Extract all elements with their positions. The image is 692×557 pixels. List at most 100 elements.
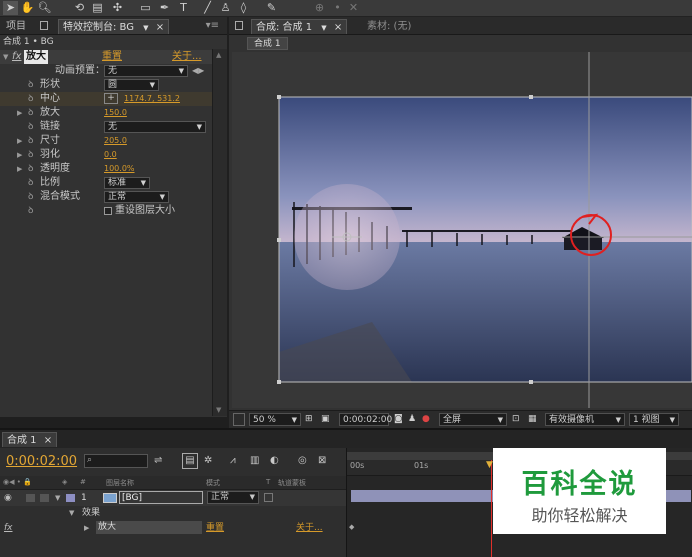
keyframe-marker-icon[interactable]: ◆	[349, 523, 354, 531]
size-value[interactable]: 205.0	[104, 134, 127, 148]
rotate-tool-icon[interactable]: ⟲	[72, 1, 87, 15]
safe-zones-icon[interactable]: ⊞	[305, 413, 313, 426]
stopwatch-icon[interactable]: ꝺ	[28, 78, 33, 92]
views-select[interactable]: 1 视图 ▼	[629, 413, 679, 426]
center-value[interactable]: 1174.7, 531.2	[124, 92, 180, 106]
clone-stamp-tool-icon[interactable]: ♙	[218, 1, 233, 15]
expand-triangle-icon[interactable]: ▼	[69, 505, 74, 521]
stopwatch-icon[interactable]: ꝺ	[28, 176, 33, 190]
close-icon[interactable]: ×	[334, 22, 342, 33]
stopwatch-icon[interactable]: ꝺ	[28, 120, 33, 134]
opacity-value[interactable]: 100.0%	[104, 162, 135, 176]
expand-triangle-icon[interactable]: ▶	[17, 162, 22, 176]
effect-reset-link[interactable]: 重置	[206, 520, 224, 536]
layer-mode-select[interactable]: 正常 ▼	[207, 491, 259, 504]
magnification-value[interactable]: 150.0	[104, 106, 127, 120]
expand-triangle-icon[interactable]: ▶	[17, 148, 22, 162]
world-axis-icon[interactable]: •	[330, 1, 345, 15]
effect-about-link[interactable]: 关于...	[296, 520, 323, 536]
label-color-swatch[interactable]	[66, 494, 75, 502]
close-icon[interactable]: ×	[44, 435, 52, 446]
expand-triangle-icon[interactable]: ▼	[3, 50, 8, 64]
expand-triangle-icon[interactable]: ▶	[17, 106, 22, 120]
tab-project[interactable]: 项目	[2, 19, 30, 34]
expand-triangle-icon[interactable]: ▶	[17, 134, 22, 148]
show-snapshot-icon[interactable]: ♟	[408, 413, 416, 426]
current-time-code[interactable]: 0:00:02:00	[6, 454, 77, 469]
layer-name[interactable]: [BG]	[119, 491, 203, 504]
snapshot-icon[interactable]: ◙	[394, 413, 403, 426]
brush-tool-icon[interactable]: ╱	[200, 1, 215, 15]
stopwatch-icon[interactable]: ꝺ	[28, 106, 33, 120]
stopwatch-icon[interactable]: ꝺ	[28, 92, 33, 106]
brainstorm-icon[interactable]: ⊠	[318, 455, 326, 466]
stopwatch-icon[interactable]: ꝺ	[28, 204, 33, 218]
link-select[interactable]: 无 ▼	[104, 121, 206, 133]
column-t[interactable]: T	[266, 478, 270, 486]
solo-toggle[interactable]	[26, 494, 35, 502]
feather-value[interactable]: 0.0	[104, 148, 117, 162]
lock-icon[interactable]	[235, 21, 243, 30]
pen-tool-icon[interactable]: ✒	[157, 1, 172, 15]
eraser-tool-icon[interactable]: ◊	[236, 1, 251, 15]
comp-subtab[interactable]: 合成 1	[247, 37, 288, 50]
hand-tool-icon[interactable]: ✋	[20, 1, 35, 15]
text-tool-icon[interactable]: T	[176, 1, 191, 15]
scroll-down-icon[interactable]: ▼	[216, 406, 221, 414]
effects-group-row[interactable]: ▼ 效果	[0, 505, 346, 521]
zoom-select[interactable]: 50 % ▼	[249, 413, 301, 426]
tab-timeline-comp[interactable]: 合成 1 ×	[2, 432, 58, 447]
stopwatch-icon[interactable]: ꝺ	[28, 162, 33, 176]
about-link[interactable]: 关于...	[172, 50, 202, 64]
scroll-up-icon[interactable]: ▲	[216, 51, 221, 59]
current-time-display[interactable]: 0:00:02:00	[339, 413, 392, 426]
current-time-indicator[interactable]	[491, 460, 492, 557]
always-preview-icon[interactable]	[233, 413, 245, 426]
motion-blur-icon[interactable]: ◐	[270, 455, 279, 466]
camera-tool-icon[interactable]: ▤	[90, 1, 105, 15]
live-update-icon[interactable]: ▤	[182, 453, 198, 469]
reset-link[interactable]: 重置	[102, 50, 122, 64]
stopwatch-icon[interactable]: ꝺ	[28, 190, 33, 204]
tab-effect-controls[interactable]: 特效控制台: BG ▼ ×	[58, 19, 170, 34]
fx-icon[interactable]: fx	[12, 50, 21, 64]
playhead-icon[interactable]: ▼	[486, 460, 493, 470]
column-track-matte[interactable]: 轨道蒙板	[278, 478, 306, 488]
eye-icon[interactable]: ◉	[4, 490, 12, 506]
shape-select[interactable]: 圆 ▼	[104, 79, 159, 91]
composition-viewer[interactable]	[232, 52, 692, 408]
region-of-interest-icon[interactable]: ⊡	[512, 413, 520, 426]
view-axis-icon[interactable]: ✕	[346, 1, 361, 15]
preset-nav-arrows-icon[interactable]: ◀▶	[192, 64, 204, 78]
stopwatch-icon[interactable]: ꝺ	[28, 148, 33, 162]
hide-shy-layers-icon[interactable]: ⩘	[230, 455, 236, 466]
tab-footage[interactable]: 素材: (无)	[363, 19, 415, 34]
lock-toggle[interactable]	[40, 494, 49, 502]
puppet-tool-icon[interactable]: ✎	[264, 1, 279, 15]
lock-icon[interactable]	[40, 21, 48, 30]
close-icon[interactable]: ×	[156, 22, 164, 33]
pan-behind-tool-icon[interactable]: ✣	[110, 1, 125, 15]
transparency-grid-icon[interactable]: ▦	[528, 413, 537, 426]
blend-mode-select[interactable]: 正常 ▼	[104, 191, 169, 203]
graph-editor-icon[interactable]: ◎	[298, 455, 307, 466]
comp-mini-flowchart-icon[interactable]: ⇌	[154, 455, 162, 466]
crosshair-icon[interactable]: +	[104, 93, 118, 104]
effect-controls-scrollbar[interactable]: ▲ ▼	[212, 49, 227, 416]
mask-visibility-icon[interactable]: ▣	[321, 413, 330, 426]
resize-layer-checkbox[interactable]	[104, 207, 112, 215]
scaling-select[interactable]: 标准 ▼	[104, 177, 150, 189]
channel-icon[interactable]: ●	[422, 413, 430, 426]
resolution-select[interactable]: 全屏 ▼	[439, 413, 507, 426]
expand-triangle-icon[interactable]: ▼	[55, 490, 60, 506]
effect-layer-row[interactable]: fx ▶ 放大 重置 关于...	[0, 520, 346, 536]
selection-tool-icon[interactable]: ➤	[3, 1, 18, 15]
layer-search-input[interactable]: ⌕	[84, 454, 148, 468]
frame-blending-icon[interactable]: ▥	[250, 455, 259, 466]
draft-3d-icon[interactable]: ✲	[204, 455, 212, 466]
tab-composition[interactable]: 合成: 合成 1 ▼ ×	[251, 19, 348, 34]
zoom-tool-icon[interactable]: 🔍︎	[37, 1, 52, 15]
stopwatch-icon[interactable]: ꝺ	[28, 134, 33, 148]
axis-mode-icon[interactable]: ⊕	[312, 1, 327, 15]
preserve-transparency-checkbox[interactable]	[264, 493, 273, 502]
